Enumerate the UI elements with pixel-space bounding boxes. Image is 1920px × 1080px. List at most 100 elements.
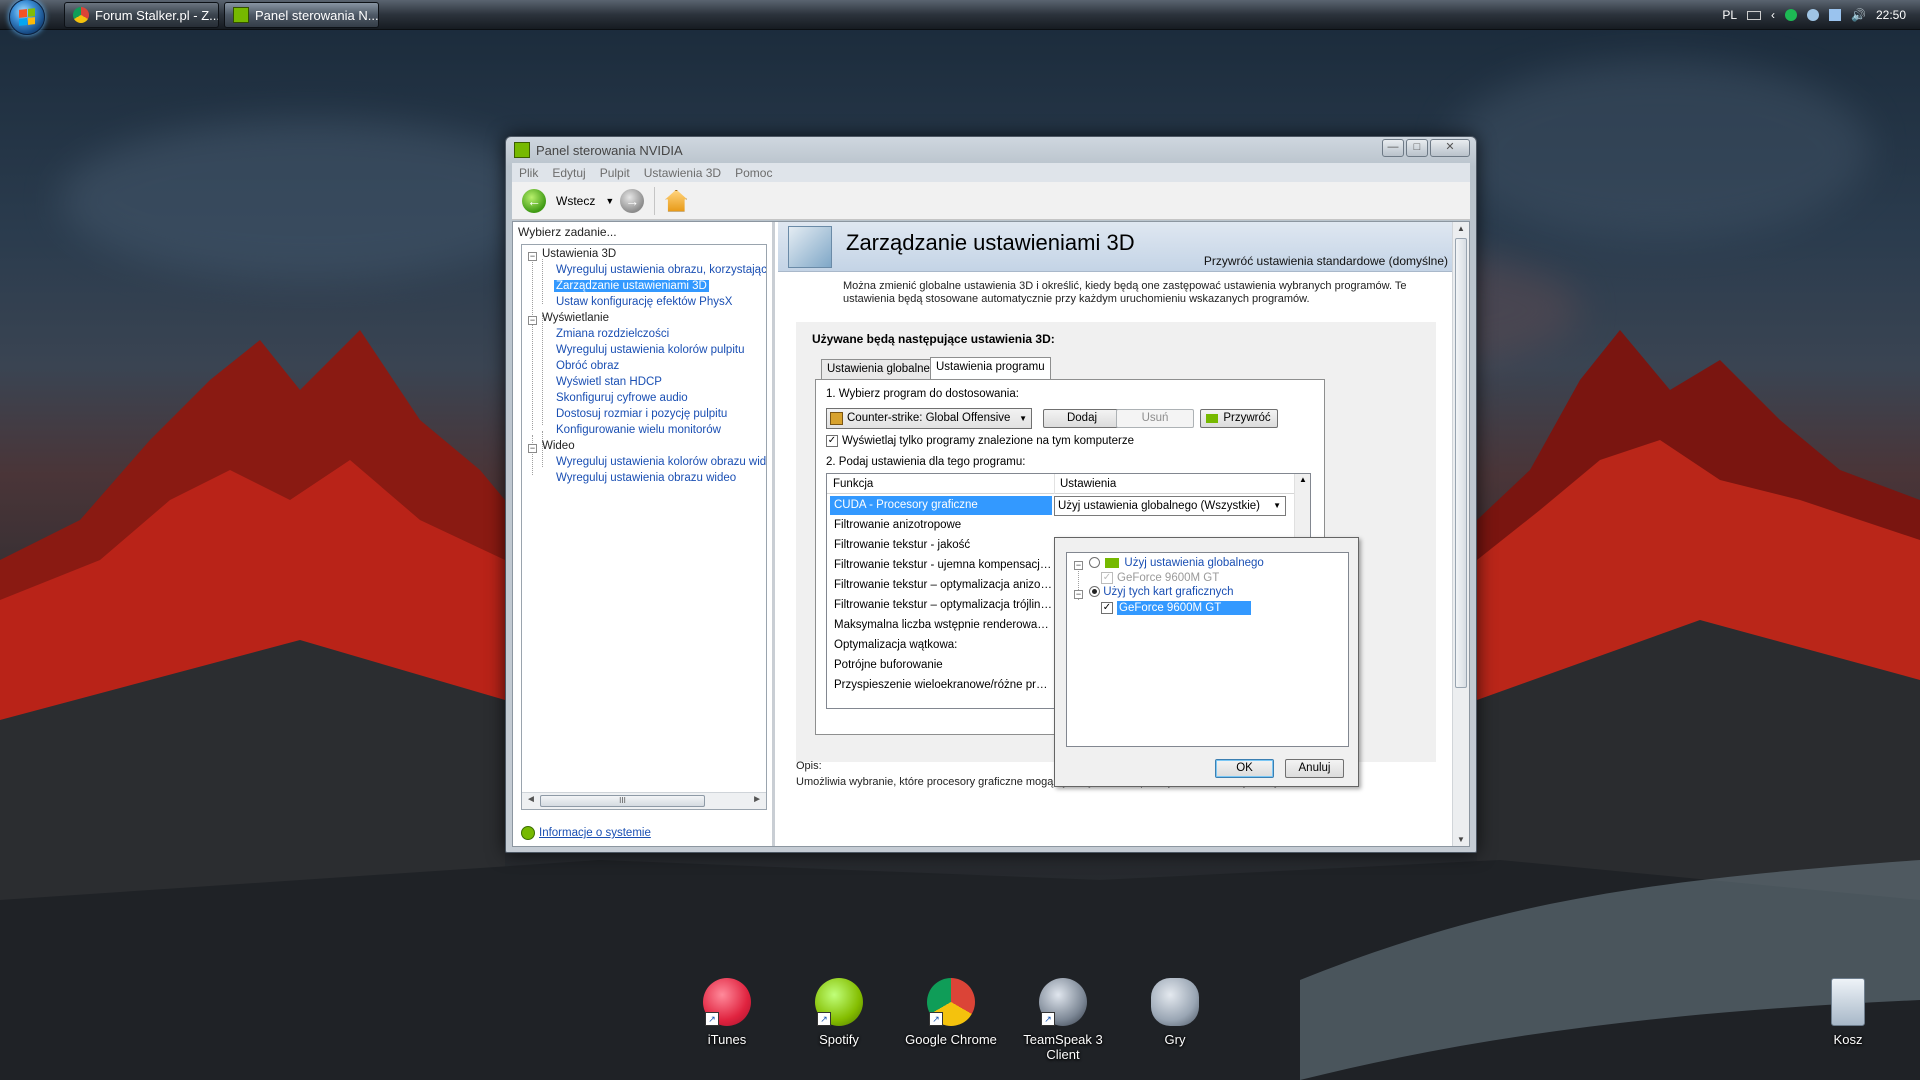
gpu-selection-popup: − Użyj ustawienia globalnego ✓ GeForce 96…	[1054, 537, 1359, 787]
tree-item-desktop-size[interactable]: Dostosuj rozmiar i pozycję pulpitu	[556, 408, 727, 420]
clock[interactable]: 22:50	[1876, 8, 1906, 22]
collapse-these-option[interactable]: −	[1074, 590, 1083, 599]
home-icon[interactable]	[665, 189, 688, 212]
tree-item-desktop-color[interactable]: Wyreguluj ustawienia kolorów pulpitu	[556, 344, 744, 356]
menu-file[interactable]: Plik	[512, 166, 545, 180]
scroll-up-arrow-icon[interactable]: ▲	[1299, 475, 1307, 484]
option-use-these-gpus[interactable]: Użyj tych kart graficznych	[1089, 586, 1234, 598]
desktop-icon-spotify[interactable]: ↗ Spotify	[789, 978, 889, 1047]
column-setting[interactable]: Ustawienia	[1060, 478, 1116, 490]
scroll-down-arrow-icon[interactable]: ▼	[1457, 835, 1465, 844]
feature-row[interactable]: Maksymalna liczba wstępnie renderowany..…	[830, 616, 1052, 635]
tree-item-video-color[interactable]: Wyreguluj ustawienia kolorów obrazu wide…	[556, 456, 766, 468]
collapse-3d-settings[interactable]: −	[528, 252, 537, 261]
desktop-icon-itunes[interactable]: ↗ iTunes	[677, 978, 777, 1047]
feature-row[interactable]: Filtrowanie tekstur – optymalizacja aniz…	[830, 576, 1052, 595]
tree-item-video-image[interactable]: Wyreguluj ustawienia obrazu wideo	[556, 472, 736, 484]
menu-3d-settings[interactable]: Ustawienia 3D	[637, 166, 728, 180]
tree-item-rotate-display[interactable]: Obróć obraz	[556, 360, 619, 372]
cancel-button[interactable]: Anuluj	[1285, 759, 1344, 778]
back-history-dropdown-icon[interactable]: ▼	[605, 196, 614, 206]
feature-row[interactable]: Filtrowanie tekstur - ujemna kompensacja…	[830, 556, 1052, 575]
feature-row[interactable]: Przyspieszenie wieloekranowe/różne proc.…	[830, 676, 1052, 695]
tab-program-settings[interactable]: Ustawienia programu	[930, 357, 1051, 380]
step1-label: 1. Wybierz program do dostosowania:	[826, 388, 1019, 400]
back-button[interactable]: ←	[522, 188, 546, 213]
scroll-up-arrow-icon[interactable]: ▲	[1457, 224, 1465, 233]
restore-defaults-link[interactable]: Przywróć ustawienia standardowe (domyśln…	[1204, 254, 1448, 268]
scroll-left-arrow-icon[interactable]: ◄	[526, 794, 536, 805]
restore-program-button[interactable]: Przywróć	[1200, 409, 1278, 428]
tree-line	[532, 435, 533, 475]
shortcut-arrow-icon: ↗	[929, 1012, 943, 1026]
tree-item-manage-3d-settings[interactable]: Zarządzanie ustawieniami 3D	[554, 280, 709, 292]
spotify-tray-icon[interactable]	[1785, 9, 1798, 21]
chrome-icon	[73, 7, 89, 23]
tree-item-change-resolution[interactable]: Zmiana rozdzielczości	[556, 328, 669, 340]
start-button[interactable]	[7, 0, 47, 35]
add-program-button[interactable]: Dodaj	[1043, 409, 1121, 428]
page-vertical-scrollbar[interactable]: ▲ ▼	[1452, 222, 1469, 846]
chevron-down-icon: ▼	[1273, 501, 1281, 510]
desktop-icon-recycle-bin[interactable]: Kosz	[1798, 978, 1898, 1047]
only-installed-checkbox[interactable]: ✓ Wyświetlaj tylko programy znalezione na…	[826, 435, 1134, 447]
collapse-video[interactable]: −	[528, 444, 537, 453]
menu-bar: Plik Edytuj Pulpit Ustawienia 3D Pomoc	[512, 163, 1470, 182]
tree-item-adjust-image-preview[interactable]: Wyreguluj ustawienia obrazu, korzystając…	[556, 264, 766, 276]
cuda-setting-value: Użyj ustawienia globalnego (Wszystkie)	[1058, 500, 1260, 512]
back-label[interactable]: Wstecz	[556, 194, 595, 208]
forward-button[interactable]: →	[620, 188, 645, 213]
desktop-icon-games[interactable]: Gry	[1125, 978, 1225, 1047]
feature-row-cuda[interactable]: CUDA - Procesory graficzne	[830, 496, 1052, 515]
tree-category-display[interactable]: Wyświetlanie	[542, 312, 609, 324]
language-indicator[interactable]: PL	[1722, 8, 1737, 22]
program-select[interactable]: Counter-strike: Global Offensive ▼	[826, 408, 1032, 429]
tree-horizontal-scrollbar[interactable]: ◄ III ►	[522, 792, 766, 809]
radio-unselected-icon	[1089, 557, 1100, 569]
volume-icon[interactable]: 🔊	[1851, 8, 1866, 22]
scroll-thumb[interactable]: III	[540, 795, 705, 807]
task-pane-header: Wybierz zadanie...	[518, 225, 617, 239]
these-gpu-item[interactable]: ✓ GeForce 9600M GT	[1101, 601, 1252, 616]
feature-row[interactable]: Filtrowanie anizotropowe	[830, 516, 1052, 535]
menu-help[interactable]: Pomoc	[728, 166, 779, 180]
scroll-thumb[interactable]	[1455, 238, 1467, 688]
desktop-icon-teamspeak[interactable]: ↗ TeamSpeak 3 Client	[1013, 978, 1113, 1062]
feature-row[interactable]: Potrójne buforowanie	[830, 656, 1052, 675]
menu-desktop[interactable]: Pulpit	[593, 166, 637, 180]
column-feature[interactable]: Funkcja	[833, 478, 873, 490]
scroll-right-arrow-icon[interactable]: ►	[752, 794, 762, 805]
tree-category-video[interactable]: Wideo	[542, 440, 575, 452]
show-hidden-icons-icon[interactable]: ‹	[1771, 8, 1775, 22]
tree-item-digital-audio[interactable]: Skonfiguruj cyfrowe audio	[556, 392, 688, 404]
tree-category-3d-settings[interactable]: Ustawienia 3D	[542, 248, 616, 260]
feature-row[interactable]: Filtrowanie tekstur - jakość	[830, 536, 1052, 555]
tree-item-hdcp-status[interactable]: Wyświetl stan HDCP	[556, 376, 662, 388]
taskbar-button-chrome[interactable]: Forum Stalker.pl - Z...	[64, 2, 219, 28]
steam-tray-icon[interactable]	[1807, 9, 1820, 21]
chrome-icon: ↗	[927, 978, 975, 1026]
feature-row[interactable]: Optymalizacja wątkowa:	[830, 636, 1052, 655]
remove-program-button[interactable]: Usuń	[1116, 409, 1194, 428]
taskbar-button-nvidia[interactable]: Panel sterowania N...	[224, 2, 379, 28]
desktop-icon-label: TeamSpeak 3 Client	[1023, 1032, 1103, 1062]
tab-global-settings[interactable]: Ustawienia globalne	[821, 359, 936, 380]
system-info-link[interactable]: Informacje o systemie	[521, 826, 651, 840]
title-bar[interactable]: Panel sterowania NVIDIA	[506, 137, 1476, 163]
menu-edit[interactable]: Edytuj	[545, 166, 592, 180]
close-button[interactable]: ✕	[1430, 139, 1470, 157]
option-use-global[interactable]: Użyj ustawienia globalnego	[1089, 557, 1264, 569]
collapse-global-option[interactable]: −	[1074, 561, 1083, 570]
minimize-button[interactable]: —	[1382, 139, 1404, 157]
ok-button[interactable]: OK	[1215, 759, 1274, 778]
feature-row[interactable]: Filtrowanie tekstur – optymalizacja trój…	[830, 596, 1052, 615]
collapse-display[interactable]: −	[528, 316, 537, 325]
tree-item-multiple-displays[interactable]: Konfigurowanie wielu monitorów	[556, 424, 721, 436]
network-icon[interactable]	[1829, 9, 1842, 21]
keyboard-icon[interactable]	[1747, 10, 1762, 20]
desktop-icon-chrome[interactable]: ↗ Google Chrome	[901, 978, 1001, 1047]
info-icon	[521, 826, 535, 840]
cuda-setting-select[interactable]: Użyj ustawienia globalnego (Wszystkie) ▼	[1054, 496, 1286, 516]
maximize-button[interactable]: □	[1406, 139, 1428, 157]
tree-item-physx-config[interactable]: Ustaw konfigurację efektów PhysX	[556, 296, 732, 308]
